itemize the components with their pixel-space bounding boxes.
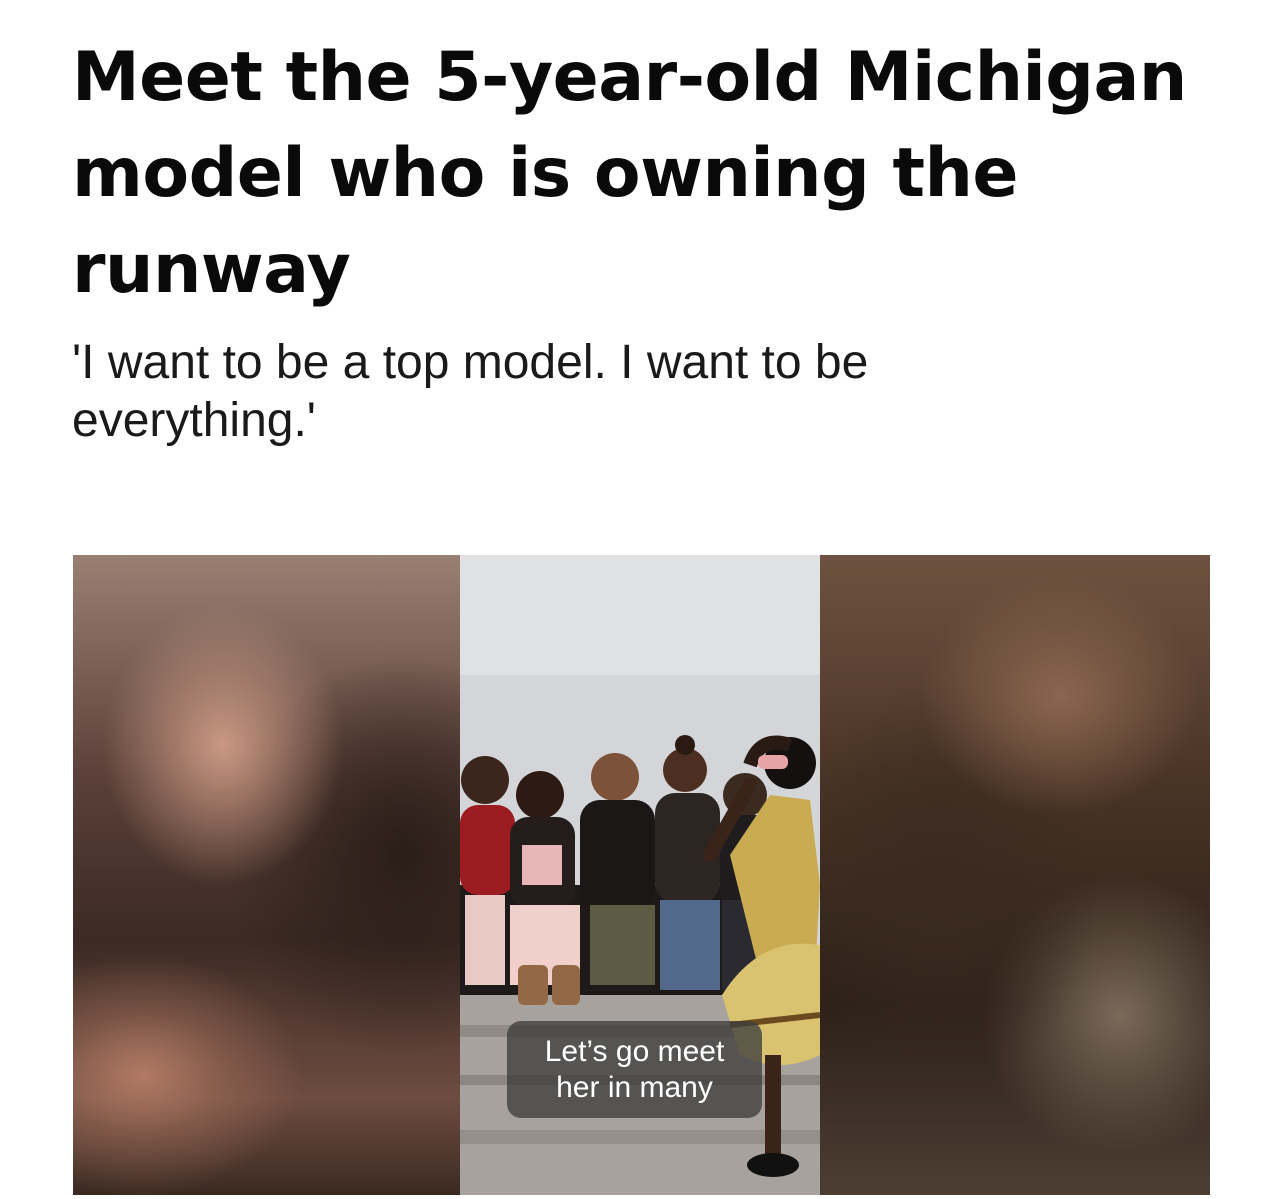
video-caption-text: Let’s go meet her in many (544, 1034, 725, 1104)
video-blur-left-background (73, 555, 461, 1195)
article-subhead: 'I want to be a top model. I want to be … (72, 336, 869, 447)
video-player[interactable]: Let’s go meet her in many (73, 555, 1210, 1195)
video-caption-box: Let’s go meet her in many (507, 1021, 762, 1118)
article-header: Meet the 5-year-old Michigan model who i… (72, 30, 1212, 318)
article-headline: Meet the 5-year-old Michigan model who i… (72, 38, 1187, 309)
video-blur-right-background (820, 555, 1210, 1195)
